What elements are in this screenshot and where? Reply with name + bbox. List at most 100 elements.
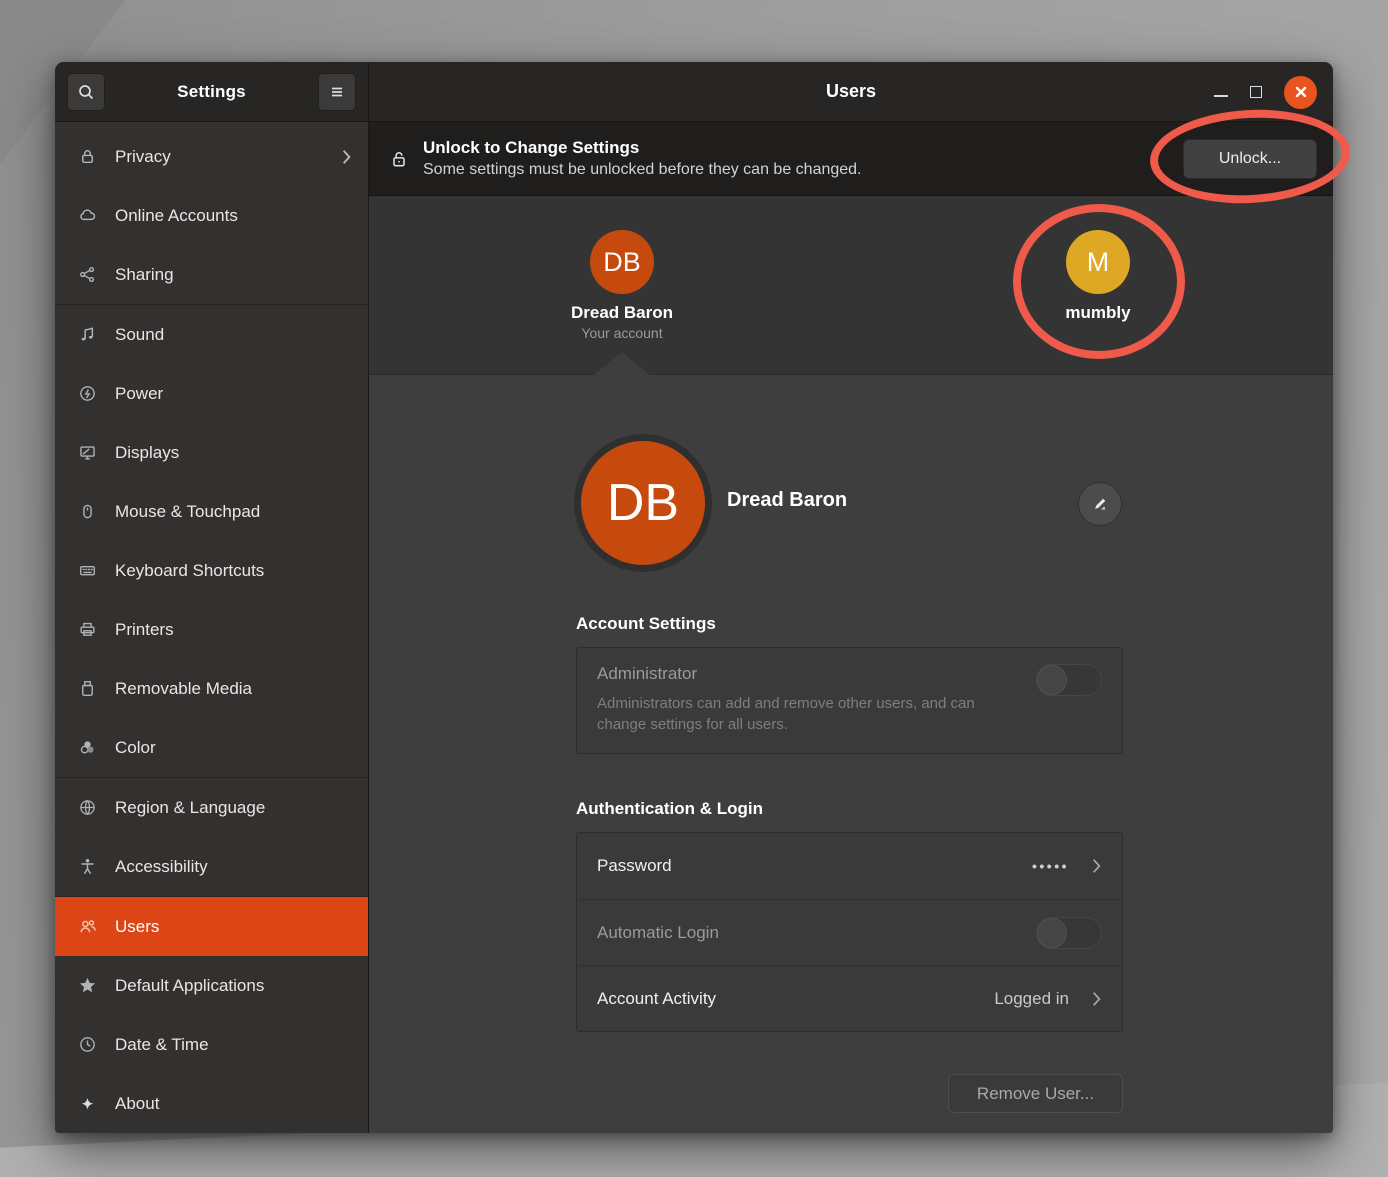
user-name: mumbly — [1065, 303, 1130, 323]
chevron-right-icon — [1091, 991, 1102, 1007]
user-name: Dread Baron — [571, 303, 673, 323]
sidebar-item-sharing[interactable]: Sharing — [55, 245, 368, 304]
mouse-icon — [77, 502, 97, 522]
lock-icon — [77, 147, 97, 167]
sidebar-item-label: Privacy — [115, 147, 341, 167]
app-title: Settings — [177, 82, 246, 102]
close-button[interactable] — [1284, 76, 1317, 109]
section-heading-account-settings: Account Settings — [576, 614, 716, 634]
window-controls — [1214, 62, 1317, 122]
carousel-user-dread-baron[interactable]: DB Dread Baron Your account — [542, 230, 702, 341]
sidebar-item-label: Removable Media — [115, 679, 352, 699]
sidebar-item-label: Mouse & Touchpad — [115, 502, 352, 522]
titlebar[interactable]: Users — [369, 62, 1333, 122]
sidebar-item-keyboard-shortcuts[interactable]: Keyboard Shortcuts — [55, 541, 368, 600]
administrator-toggle[interactable] — [1036, 664, 1102, 696]
selected-user-notch — [594, 352, 650, 375]
automatic-login-toggle[interactable] — [1036, 917, 1102, 949]
sidebar-item-date-time[interactable]: Date & Time — [55, 1015, 368, 1074]
sidebar-item-label: Default Applications — [115, 976, 352, 996]
globe-icon — [77, 798, 97, 818]
pencil-icon — [1091, 495, 1109, 513]
maximize-button[interactable] — [1250, 86, 1262, 98]
sidebar-item-label: Sharing — [115, 265, 352, 285]
minimize-button[interactable] — [1214, 95, 1228, 97]
account-activity-value: Logged in — [994, 989, 1069, 1009]
usb-drive-icon — [77, 679, 97, 699]
sidebar-item-users[interactable]: Users — [55, 897, 368, 956]
sidebar-item-label: Sound — [115, 325, 352, 345]
color-circles-icon — [77, 738, 97, 758]
account-activity-row[interactable]: Account Activity Logged in — [577, 965, 1122, 1031]
sidebar-item-removable-media[interactable]: Removable Media — [55, 659, 368, 718]
sparkle-icon — [77, 1094, 97, 1114]
music-note-icon — [77, 325, 97, 345]
sidebar-item-label: Displays — [115, 443, 352, 463]
carousel-user-mumbly[interactable]: M mumbly — [1018, 230, 1178, 323]
sidebar-item-online-accounts[interactable]: Online Accounts — [55, 186, 368, 245]
search-button[interactable] — [67, 73, 105, 111]
sidebar-item-label: Region & Language — [115, 798, 352, 818]
unlock-banner-text: Unlock to Change Settings Some settings … — [423, 136, 1183, 181]
automatic-login-row: Automatic Login — [577, 899, 1122, 965]
menu-button[interactable] — [318, 73, 356, 111]
unlock-banner: Unlock to Change Settings Some settings … — [369, 122, 1333, 196]
main-panel: Users — [369, 62, 1333, 1133]
toggle-knob — [1037, 665, 1067, 695]
your-account-label: Your account — [581, 325, 662, 341]
sidebar-item-about[interactable]: About — [55, 1074, 368, 1133]
sidebar-item-label: About — [115, 1094, 352, 1114]
password-dots: ••••• — [1032, 858, 1069, 874]
star-icon — [77, 976, 97, 996]
hamburger-menu-icon — [328, 83, 346, 101]
close-icon — [1294, 85, 1308, 99]
display-icon — [77, 443, 97, 463]
sidebar-item-label: Power — [115, 384, 352, 404]
sidebar-item-label: Keyboard Shortcuts — [115, 561, 352, 581]
sidebar-item-accessibility[interactable]: Accessibility — [55, 837, 368, 896]
avatar: M — [1066, 230, 1130, 294]
user-detail-panel: DB Dread Baron Account Settings Administ… — [369, 375, 1333, 1133]
sidebar-item-sound[interactable]: Sound — [55, 305, 368, 364]
cloud-icon — [77, 206, 97, 226]
sidebar-item-privacy[interactable]: Privacy — [55, 127, 368, 186]
sidebar-item-label: Date & Time — [115, 1035, 352, 1055]
users-icon — [77, 917, 97, 937]
sidebar-item-region-language[interactable]: Region & Language — [55, 778, 368, 837]
sidebar-item-mouse-touchpad[interactable]: Mouse & Touchpad — [55, 482, 368, 541]
section-heading-authentication-login: Authentication & Login — [576, 799, 763, 819]
toggle-knob — [1037, 918, 1067, 948]
edit-name-button[interactable] — [1078, 482, 1122, 526]
sidebar-item-color[interactable]: Color — [55, 718, 368, 777]
remove-user-button[interactable]: Remove User... — [948, 1074, 1123, 1113]
avatar: DB — [590, 230, 654, 294]
automatic-login-label: Automatic Login — [597, 923, 719, 943]
user-carousel: DB Dread Baron Your account M mumbly — [369, 196, 1333, 375]
chevron-right-icon — [1091, 858, 1102, 874]
page-title: Users — [826, 81, 876, 102]
authentication-login-card: Password ••••• Automatic Login — [576, 832, 1123, 1032]
search-icon — [77, 83, 95, 101]
sidebar-item-printers[interactable]: Printers — [55, 600, 368, 659]
administrator-label: Administrator — [597, 664, 1102, 684]
sidebar-item-power[interactable]: Power — [55, 364, 368, 423]
sidebar-item-default-applications[interactable]: Default Applications — [55, 956, 368, 1015]
power-icon — [77, 384, 97, 404]
clock-icon — [77, 1035, 97, 1055]
printer-icon — [77, 620, 97, 640]
sidebar-item-label: Online Accounts — [115, 206, 352, 226]
sidebar-item-displays[interactable]: Displays — [55, 423, 368, 482]
sidebar: Settings Privacy — [55, 62, 369, 1133]
sidebar-item-label: Accessibility — [115, 857, 352, 877]
unlock-button[interactable]: Unlock... — [1183, 139, 1317, 179]
account-activity-label: Account Activity — [597, 989, 716, 1009]
unlock-banner-subtitle: Some settings must be unlocked before th… — [423, 159, 1183, 181]
sidebar-item-label: Color — [115, 738, 352, 758]
sidebar-nav: Privacy Online Accounts — [55, 122, 368, 1133]
account-settings-card: Administrator Administrators can add and… — [576, 647, 1123, 754]
profile-avatar[interactable]: DB — [581, 441, 705, 565]
sidebar-header: Settings — [55, 62, 368, 122]
administrator-description: Administrators can add and remove other … — [597, 693, 1017, 735]
password-row[interactable]: Password ••••• — [577, 833, 1122, 899]
sidebar-item-label: Printers — [115, 620, 352, 640]
